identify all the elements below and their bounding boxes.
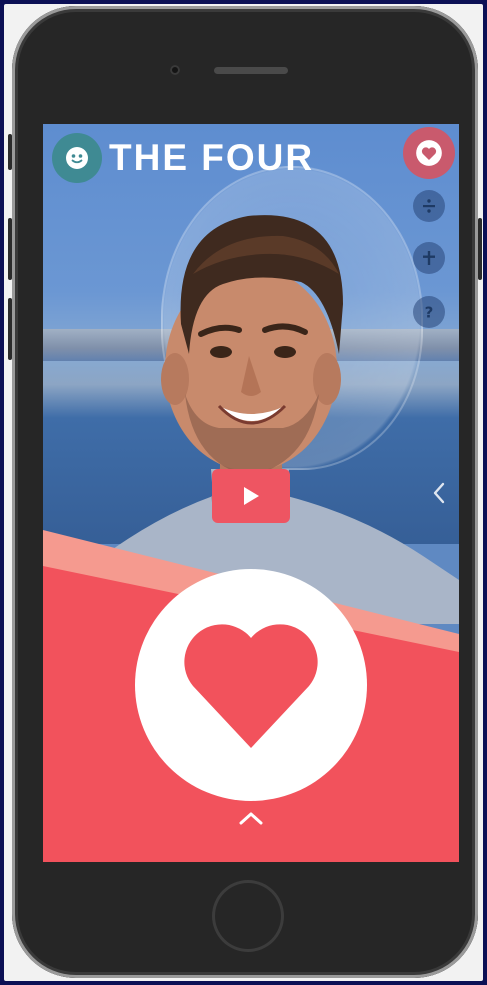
plus-icon xyxy=(423,251,435,265)
chevron-up-icon xyxy=(239,812,263,825)
question-icon: ? xyxy=(425,304,434,322)
mute-switch xyxy=(8,134,12,170)
app-title: THE FOUR xyxy=(109,137,315,178)
volume-up-button xyxy=(8,218,12,280)
favorite-button[interactable] xyxy=(403,127,455,179)
heart-icon xyxy=(416,140,442,166)
play-button[interactable] xyxy=(212,469,290,523)
volume-down-button xyxy=(8,298,12,360)
divide-icon xyxy=(423,199,435,213)
svg-text:?: ? xyxy=(425,304,434,322)
divide-button[interactable] xyxy=(413,190,445,222)
expand-button[interactable] xyxy=(236,807,266,829)
power-button xyxy=(478,218,482,280)
chevron-left-icon xyxy=(433,482,445,504)
back-button[interactable] xyxy=(426,478,452,508)
app-screen: THE FOUR ? xyxy=(43,124,459,862)
help-button[interactable]: ? xyxy=(413,296,445,328)
like-button[interactable] xyxy=(135,569,367,801)
app-logo[interactable] xyxy=(52,133,102,183)
earpiece-speaker xyxy=(214,67,288,74)
smiley-face-icon xyxy=(66,147,88,169)
front-camera xyxy=(170,65,180,75)
play-icon xyxy=(244,487,259,505)
home-button[interactable] xyxy=(212,880,284,952)
heart-icon xyxy=(184,624,318,748)
plus-button[interactable] xyxy=(413,242,445,274)
